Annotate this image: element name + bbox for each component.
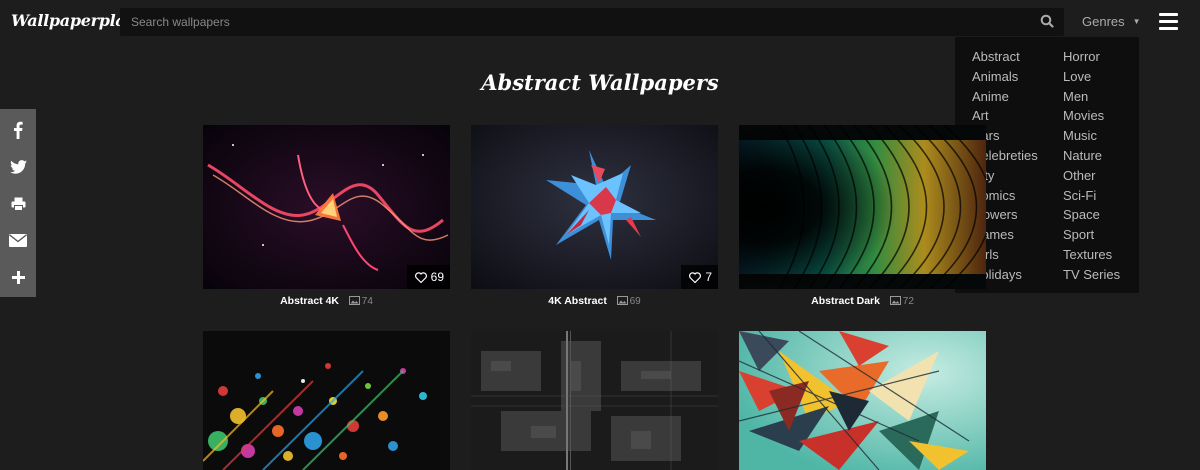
- genre-item[interactable]: Sport: [1063, 227, 1120, 247]
- image-count: 69: [629, 296, 641, 307]
- genre-item[interactable]: Abstract: [972, 49, 1038, 69]
- genre-item[interactable]: TV Series: [1063, 267, 1120, 287]
- heart-icon: [414, 271, 427, 283]
- caret-down-icon: ▼: [1132, 17, 1141, 26]
- heart-icon: [689, 271, 702, 283]
- image-count: 74: [361, 296, 373, 307]
- genre-item[interactable]: Music: [1063, 128, 1120, 148]
- genres-label: Genres: [1082, 14, 1125, 29]
- genre-item[interactable]: Sci-Fi: [1063, 188, 1120, 208]
- genre-item[interactable]: Other: [1063, 168, 1120, 188]
- search-input[interactable]: [120, 8, 1030, 36]
- image-count: 72: [902, 296, 914, 307]
- image-count-icon: [348, 296, 360, 305]
- plus-icon[interactable]: [0, 259, 36, 296]
- wallpaper-thumbnail[interactable]: 69: [203, 125, 450, 289]
- share-sidebar: [0, 109, 36, 297]
- print-icon[interactable]: [0, 185, 36, 222]
- facebook-icon[interactable]: [0, 111, 36, 148]
- likes-count: 7: [705, 270, 712, 284]
- wallpaper-thumbnail[interactable]: [203, 331, 450, 470]
- wallpaper-thumbnail[interactable]: 7: [471, 125, 718, 289]
- image-count-icon: [889, 296, 901, 305]
- genres-dropdown-toggle[interactable]: Genres ▼: [1082, 14, 1141, 29]
- wallpaper-caption: Abstract Dark 72: [739, 295, 986, 307]
- image-count-icon: [616, 296, 628, 305]
- likes-count: 69: [430, 270, 444, 284]
- genre-item[interactable]: Textures: [1063, 247, 1120, 267]
- hamburger-menu-icon[interactable]: [1159, 13, 1178, 30]
- site-logo[interactable]: Wallpaperplay: [11, 11, 135, 30]
- genre-item[interactable]: Movies: [1063, 108, 1120, 128]
- genre-item[interactable]: Horror: [1063, 49, 1120, 69]
- page-title: Abstract Wallpapers: [481, 70, 719, 95]
- likes-badge[interactable]: 7: [681, 265, 718, 289]
- email-icon[interactable]: [0, 222, 36, 259]
- wallpaper-title[interactable]: Abstract Dark: [811, 295, 880, 307]
- wallpaper-thumbnail[interactable]: [739, 331, 986, 470]
- wallpaper-title[interactable]: 4K Abstract: [548, 295, 607, 307]
- wallpaper-thumbnail[interactable]: [471, 331, 718, 470]
- wallpaper-caption: 4K Abstract 69: [471, 295, 718, 307]
- twitter-icon[interactable]: [0, 148, 36, 185]
- genre-item[interactable]: Space: [1063, 207, 1120, 227]
- wallpaper-thumbnail[interactable]: [739, 125, 986, 289]
- wallpaper-caption: Abstract 4K 74: [203, 295, 450, 307]
- search-bar: [120, 8, 1064, 36]
- likes-badge[interactable]: 69: [406, 265, 450, 289]
- search-icon[interactable]: [1040, 14, 1056, 30]
- genre-item[interactable]: Nature: [1063, 148, 1120, 168]
- wallpaper-title[interactable]: Abstract 4K: [280, 295, 339, 307]
